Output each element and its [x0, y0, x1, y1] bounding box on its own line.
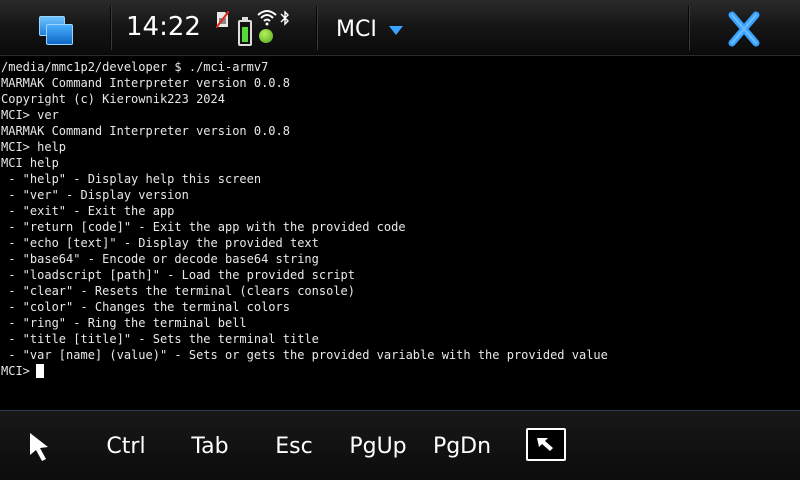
- ctrl-key-button[interactable]: Ctrl: [100, 425, 152, 467]
- close-icon[interactable]: [718, 9, 770, 49]
- terminal-line: MCI> help: [1, 140, 67, 154]
- task-switcher-icon[interactable]: [26, 8, 86, 48]
- text-cursor: [35, 364, 44, 378]
- terminal-line: - "color" - Changes the terminal colors: [1, 300, 290, 314]
- terminal-line: - "base64" - Encode or decode base64 str…: [1, 252, 319, 266]
- keyboard-toggle-icon[interactable]: [526, 428, 566, 461]
- terminal-line: - "ring" - Ring the terminal bell: [1, 316, 247, 330]
- prompt-text: MCI>: [1, 364, 30, 378]
- battery-icon: [238, 17, 252, 49]
- tab-key-button[interactable]: Tab: [184, 425, 236, 467]
- app-menu-button[interactable]: MCI: [336, 14, 403, 44]
- terminal-lines: /media/mmc1p2/developer $ ./mci-armv7 MAR…: [1, 59, 800, 363]
- terminal-line: - "exit" - Exit the app: [1, 204, 175, 218]
- divider: [316, 6, 318, 50]
- status-indicators[interactable]: [212, 8, 296, 48]
- terminal-line: Copyright (c) Kierownik223 2024: [1, 92, 225, 106]
- bluetooth-icon: [280, 10, 289, 26]
- app-title: MCI: [336, 16, 377, 42]
- status-bar: 14:22 MCI: [0, 0, 800, 56]
- arrow-icon: [537, 438, 553, 451]
- terminal-line: - "echo [text]" - Display the provided t…: [1, 236, 319, 250]
- terminal-line: MCI help: [1, 156, 59, 170]
- terminal-line: - "return [code]" - Exit the app with th…: [1, 220, 406, 234]
- terminal-line: - "title [title]" - Sets the terminal ti…: [1, 332, 319, 346]
- terminal-line: MARMAK Command Interpreter version 0.0.8: [1, 124, 290, 138]
- divider: [110, 6, 112, 50]
- divider: [688, 6, 690, 50]
- terminal-output[interactable]: /media/mmc1p2/developer $ ./mci-armv7 MAR…: [0, 56, 800, 410]
- cursor-arrow-icon[interactable]: [24, 429, 60, 465]
- presence-icon: [259, 29, 273, 43]
- esc-key-button[interactable]: Esc: [268, 425, 320, 467]
- terminal-line: - "help" - Display help this screen: [1, 172, 262, 186]
- terminal-line: MCI> ver: [1, 108, 59, 122]
- wifi-icon: [257, 10, 277, 26]
- prompt-line[interactable]: MCI>: [1, 363, 800, 379]
- terminal-line: - "var [name] (value)" - Sets or gets th…: [1, 348, 608, 362]
- key-toolbar: Ctrl Tab Esc PgUp PgDn: [0, 410, 800, 480]
- pgup-key-button[interactable]: PgUp: [344, 425, 412, 467]
- clock: 14:22: [126, 12, 201, 42]
- sim-icon: [216, 11, 229, 28]
- terminal-line: - "clear" - Resets the terminal (clears …: [1, 284, 356, 298]
- terminal-line: /media/mmc1p2/developer $ ./mci-armv7: [1, 60, 269, 74]
- pgdn-key-button[interactable]: PgDn: [428, 425, 496, 467]
- terminal-line: - "ver" - Display version: [1, 188, 189, 202]
- terminal-line: MARMAK Command Interpreter version 0.0.8: [1, 76, 290, 90]
- chevron-down-icon: [388, 26, 403, 35]
- terminal-line: - "loadscript [path]" - Load the provide…: [1, 268, 356, 282]
